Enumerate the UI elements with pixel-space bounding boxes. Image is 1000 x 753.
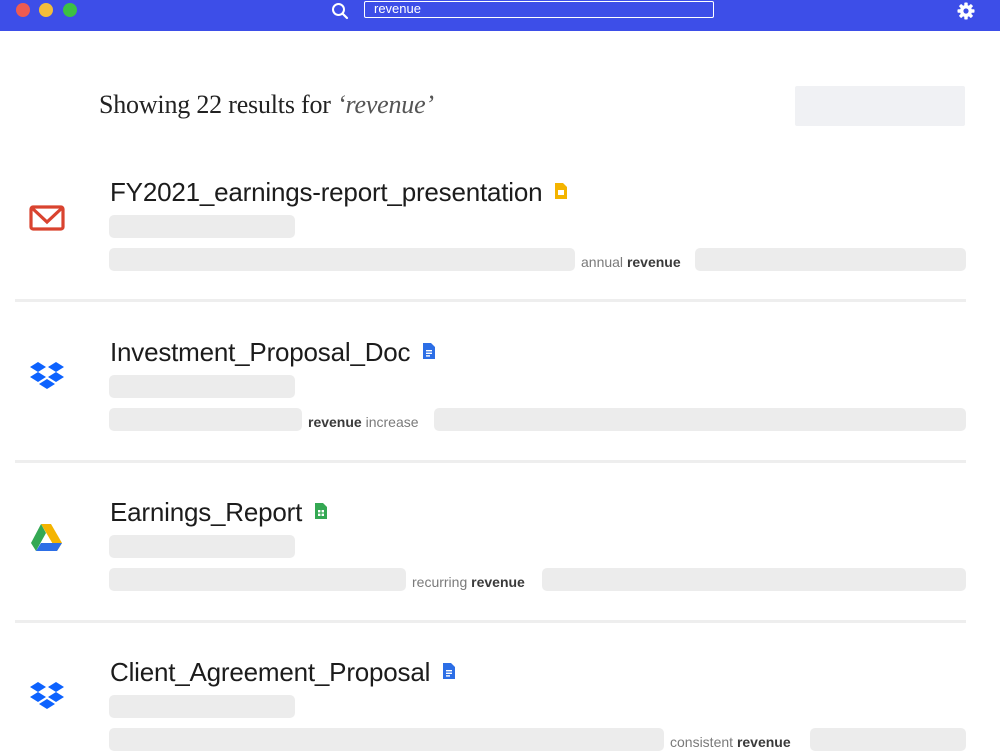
result-snippet: consistent revenue [670,734,791,750]
google-drive-icon [31,524,62,551]
placeholder-bar [109,375,295,398]
docs-icon [423,343,436,360]
result-snippet: revenue increase [308,414,419,430]
dropbox-icon [30,362,64,389]
placeholder-bar [109,568,406,591]
placeholder-bar [434,408,966,431]
gear-icon[interactable] [956,1,976,21]
slides-icon [555,183,568,200]
search-icon[interactable] [331,2,349,20]
maximize-window-button[interactable] [63,3,77,17]
window-titlebar: revenue [0,0,1000,31]
minimize-window-button[interactable] [39,3,53,17]
result-divider [15,299,966,302]
placeholder-bar [109,408,302,431]
placeholder-bar [109,728,664,751]
placeholder-bar [109,535,295,558]
placeholder-bar [109,248,575,271]
close-window-button[interactable] [16,3,30,17]
result-title[interactable]: Investment_Proposal_Doc [110,337,436,368]
results-query: ‘revenue’ [337,90,434,119]
gmail-icon [29,205,65,231]
result-divider [15,460,966,463]
result-title[interactable]: FY2021_earnings-report_presentation [110,177,568,208]
results-count-text: Showing 22 results for [99,90,338,119]
result-divider [15,620,966,623]
sheets-icon [315,503,328,520]
search-input[interactable]: revenue [364,1,714,18]
filter-placeholder[interactable] [795,86,965,126]
placeholder-bar [542,568,966,591]
results-heading: Showing 22 results for ‘revenue’ [99,90,434,120]
placeholder-bar [109,215,295,238]
placeholder-bar [109,695,295,718]
placeholder-bar [695,248,966,271]
result-title[interactable]: Earnings_Report [110,497,328,528]
placeholder-bar [810,728,966,751]
dropbox-icon [30,682,64,709]
docs-icon [443,663,456,680]
result-item[interactable]: Client_Agreement_Proposal consistent rev… [0,644,1000,751]
result-title[interactable]: Client_Agreement_Proposal [110,657,456,688]
result-snippet: recurring revenue [412,574,525,590]
result-snippet: annual revenue [581,254,681,270]
